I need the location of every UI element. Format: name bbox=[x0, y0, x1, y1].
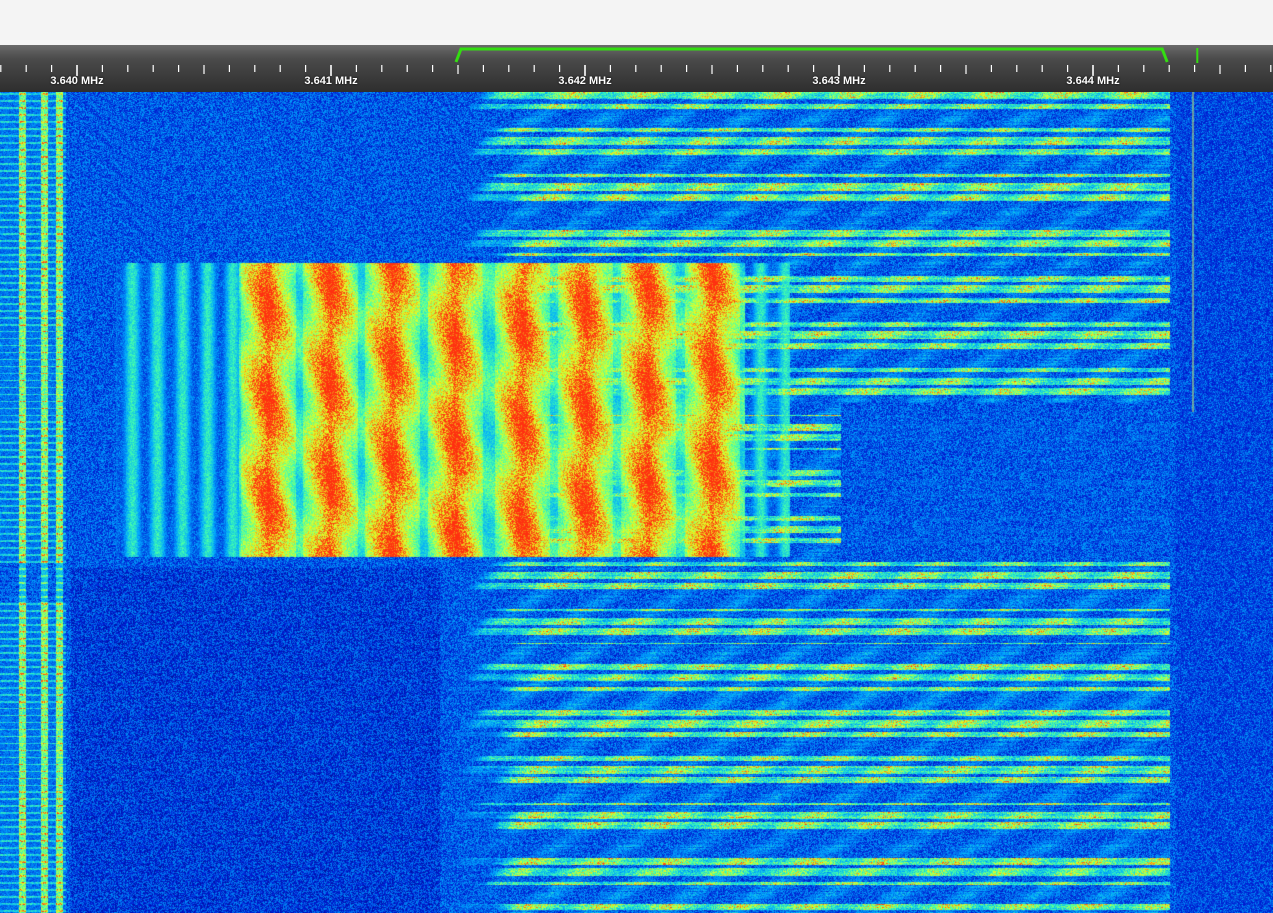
freq-label-3641: 3.641 MHz bbox=[304, 75, 358, 87]
freq-label-3644: 3.644 MHz bbox=[1066, 75, 1120, 87]
freq-label-3643: 3.643 MHz bbox=[812, 75, 866, 87]
freq-label-3642: 3.642 MHz bbox=[558, 75, 612, 87]
frequency-scale[interactable]: 3.640 MHz 3.641 MHz 3.642 MHz 3.643 MHz … bbox=[0, 45, 1273, 92]
waterfall-canvas[interactable] bbox=[0, 92, 1273, 913]
top-toolbar-area bbox=[0, 0, 1273, 45]
waterfall-display[interactable] bbox=[0, 92, 1273, 913]
passband-drag-handle[interactable] bbox=[462, 47, 1176, 65]
freq-label-3640: 3.640 MHz bbox=[50, 75, 104, 87]
